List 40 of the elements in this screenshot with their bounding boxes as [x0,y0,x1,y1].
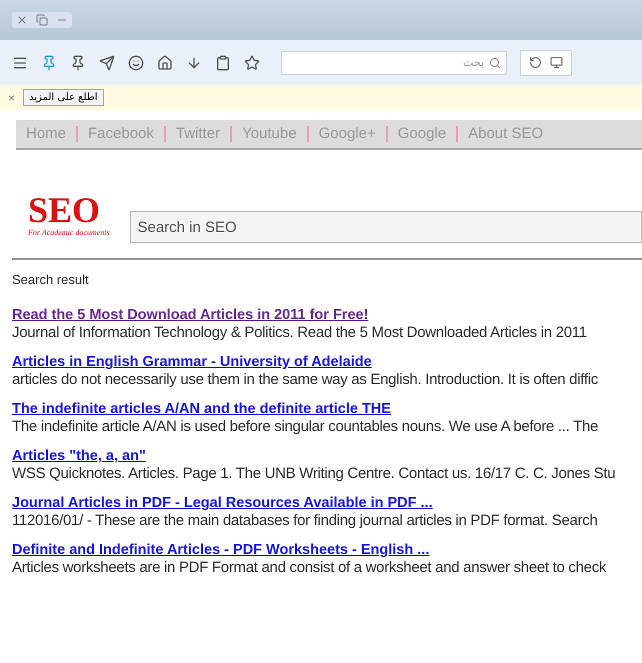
nav-link[interactable]: Youtube [230,126,307,142]
download-icon[interactable] [186,54,202,70]
clipboard-icon[interactable] [215,54,231,70]
close-icon[interactable] [16,14,28,26]
learn-more-button[interactable]: اطلع على المزيد [23,89,104,106]
result-link[interactable]: Read the 5 Most Download Articles in 2011 for Free! [12,307,642,323]
pushpin-icon[interactable] [70,54,86,70]
result-snippet: 112016/01/ - These are the main databases for finding journal articles in PDF format. Search [12,512,599,529]
logo-title: SEO [28,192,100,228]
nav-link[interactable]: Facebook [76,126,164,142]
result-link[interactable]: Journal Articles in PDF - Legal Resources Available in PDF ... [12,495,642,511]
logo-tagline: For Academic documents [28,228,111,237]
result-snippet: WSS Quicknotes. Articles. Page 1. The UNB Writing Centre. Contact us. 16/17 C. C. Jones Stu [12,465,616,482]
nav-link[interactable]: Google+ [306,126,386,142]
result-link[interactable]: Articles "the, a, an" [12,448,642,464]
nav-link[interactable]: Twitter [164,126,230,142]
smiley-icon[interactable] [128,54,144,70]
results-heading: Search result [12,272,90,287]
result-snippet: The indefinite article A/AN is used before singular countables nouns. We use A before ... The [12,418,600,435]
home-icon[interactable] [157,54,173,70]
close-button[interactable]: × [8,90,16,104]
menu-icon[interactable] [12,54,28,70]
nav-link[interactable]: Google [386,126,456,142]
send-icon[interactable] [99,54,115,70]
result-link[interactable]: The indefinite articles A/AN and the definite article THE [12,401,642,417]
address-field[interactable]: بحث [281,50,507,74]
result-link[interactable]: Articles in English Grammar - University of Adelaide [12,354,642,370]
restore-icon[interactable] [36,14,48,26]
search-field[interactable]: Search in SEO [130,211,642,243]
pin-icon[interactable] [41,54,57,70]
star-icon[interactable] [244,54,260,70]
result-snippet: Journal of Information Technology & Politics. Read the 5 Most Downloaded Articles in 2011 [12,324,588,341]
result-link[interactable]: Definite and Indefinite Articles - PDF Worksheets - English ... [12,542,642,558]
search-icon [489,56,501,68]
undo-icon[interactable] [529,56,542,69]
result-snippet: articles do not necessarily use them in the same way as English. Introduction. It is often diffic [12,371,599,388]
nav-link[interactable]: About SEO [456,126,554,142]
screen-icon[interactable] [550,56,563,69]
nav-link[interactable]: Home [26,126,76,142]
result-snippet: Articles worksheets are in PDF Format and consist of a worksheet and answer sheet to check [12,559,608,576]
